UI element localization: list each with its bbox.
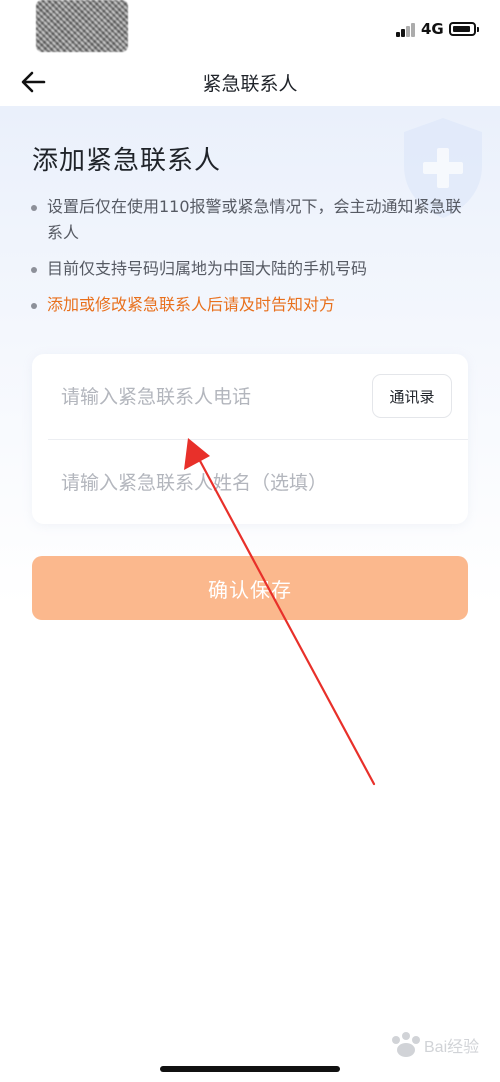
network-type-label: 4G xyxy=(421,20,444,38)
name-input[interactable] xyxy=(59,462,363,504)
status-bar: 4G xyxy=(0,0,500,58)
nav-title: 紧急联系人 xyxy=(202,73,298,95)
nav-bar: 紧急联系人 xyxy=(0,58,500,106)
signal-bars-icon xyxy=(396,23,416,37)
tip-item: 目前仅支持号码归属地为中国大陆的手机号码 xyxy=(28,256,468,282)
save-button[interactable]: 确认保存 xyxy=(32,556,468,620)
tips-list: 设置后仅在使用110报警或紧急情况下，会主动通知紧急联系人 目前仅支持号码归属地… xyxy=(28,194,468,328)
phone-field: 通讯录 xyxy=(32,354,468,439)
tip-item: 设置后仅在使用110报警或紧急情况下，会主动通知紧急联系人 xyxy=(28,194,468,246)
phone-input[interactable] xyxy=(59,376,363,418)
battery-icon xyxy=(449,22,479,36)
contact-form-card: 通讯录 xyxy=(32,354,468,524)
tip-item-warning: 添加或修改紧急联系人后请及时告知对方 xyxy=(28,292,468,318)
name-field xyxy=(32,440,468,525)
watermark-text: Bai经验 xyxy=(424,1038,479,1056)
home-indicator[interactable] xyxy=(160,1066,340,1072)
redacted-avatar xyxy=(36,0,128,52)
watermark-logo-icon: Bai经验 xyxy=(392,1032,479,1057)
page-title: 添加紧急联系人 xyxy=(32,146,222,176)
contacts-button[interactable]: 通讯录 xyxy=(372,374,452,418)
